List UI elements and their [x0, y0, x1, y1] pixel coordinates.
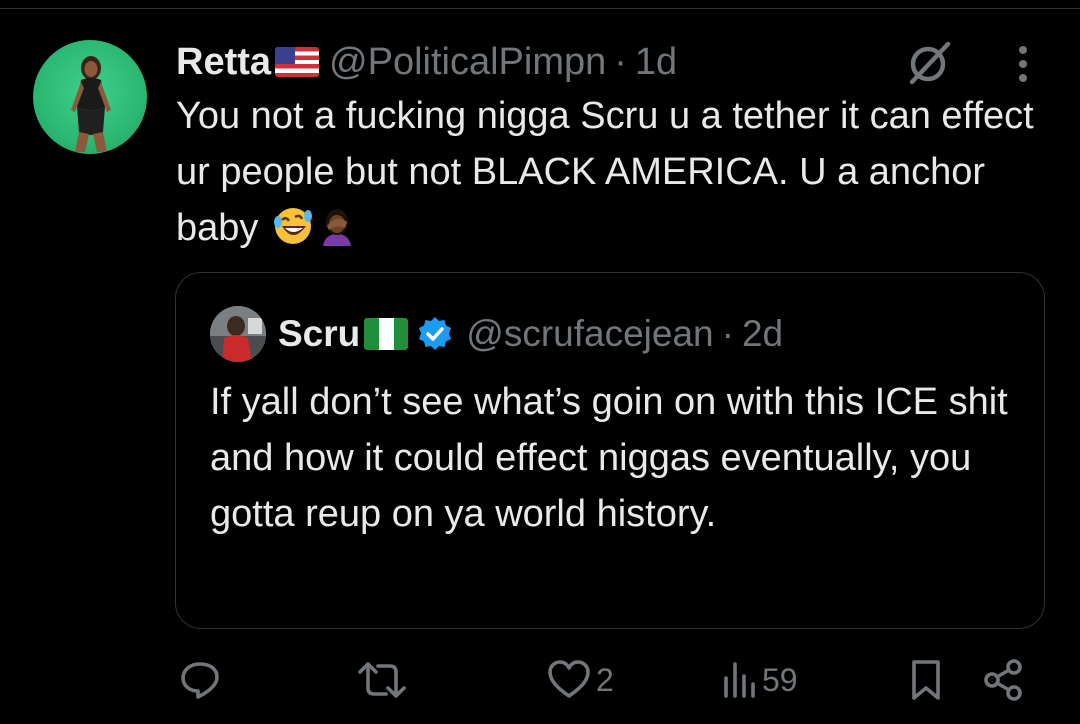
handle[interactable]: @PoliticalPimpn	[329, 41, 606, 84]
tweet-header: Retta @PoliticalPimpn · 1d	[176, 38, 677, 86]
facepalm-emoji	[322, 209, 351, 246]
like-button[interactable]: 2	[546, 652, 614, 708]
avatar-figure	[71, 56, 111, 152]
reply-button[interactable]	[176, 652, 228, 708]
view-count: 59	[762, 661, 798, 698]
display-name[interactable]: Retta	[176, 41, 271, 84]
tweet[interactable]: Retta @PoliticalPimpn · 1d You not a fuc…	[0, 0, 1080, 724]
quoted-tweet-header: Scru @scrufacejean · 2d	[278, 310, 783, 358]
quoted-separator: ·	[721, 313, 734, 354]
grok-icon[interactable]	[902, 36, 956, 90]
tweet-text: You not a fucking nigga Scru u a tether …	[176, 88, 1056, 256]
avatar[interactable]	[33, 40, 147, 154]
bookmark-button[interactable]	[906, 652, 946, 708]
like-count: 2	[596, 661, 614, 698]
repost-button[interactable]	[356, 652, 412, 708]
share-icon	[984, 659, 1022, 701]
heart-icon	[548, 660, 590, 698]
nigeria-flag-icon	[364, 318, 409, 350]
verified-badge-icon	[419, 317, 452, 350]
us-flag-icon	[275, 47, 320, 77]
quoted-tweet-text: If yall don’t see what’s goin on with th…	[210, 381, 1008, 535]
views-button[interactable]: 59	[722, 652, 798, 708]
bookmark-icon	[912, 660, 940, 700]
timestamp[interactable]: 1d	[635, 41, 677, 84]
quoted-handle[interactable]: @scrufacejean	[466, 313, 713, 355]
separator: ·	[614, 40, 627, 83]
more-options-icon[interactable]	[1006, 42, 1040, 86]
action-bar: 2 59	[0, 652, 1080, 708]
quoted-avatar[interactable]	[210, 306, 266, 362]
views-icon	[724, 662, 755, 698]
rolling-on-floor-laughing-emoji	[273, 208, 312, 244]
quoted-display-name[interactable]: Scru	[278, 313, 360, 355]
quoted-timestamp[interactable]: 2d	[742, 313, 783, 355]
share-button[interactable]	[982, 652, 1026, 708]
reply-icon	[181, 662, 219, 699]
repost-icon	[358, 662, 406, 698]
